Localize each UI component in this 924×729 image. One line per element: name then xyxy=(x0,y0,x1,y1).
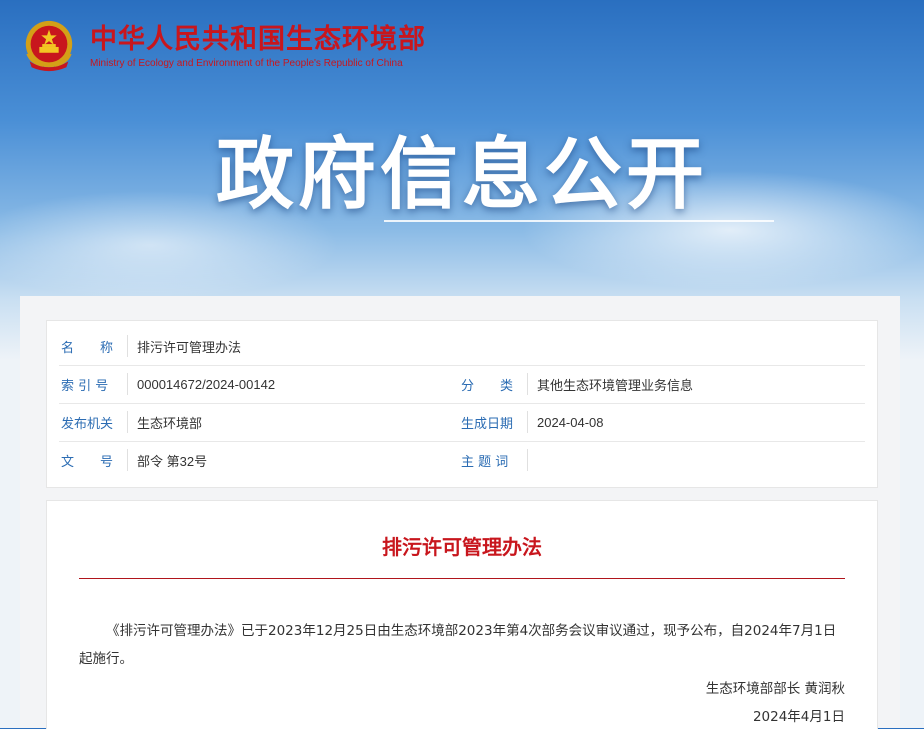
info-row: 发布机关 生态环境部 生成日期 2024-04-08 xyxy=(59,403,865,442)
name-value: 排污许可管理办法 xyxy=(137,339,242,355)
document-paragraph: 《排污许可管理办法》已于2023年12月25日由生态环境部2023年第4次部务会… xyxy=(79,623,837,667)
national-emblem-icon[interactable] xyxy=(20,17,78,75)
issuer-label: 发布机关 xyxy=(61,416,114,432)
divider xyxy=(127,373,128,395)
info-row: 索 引 号 000014672/2024-00142 分 类 其他生态环境管理业… xyxy=(59,365,865,404)
info-table: 名 称 排污许可管理办法 索 引 号 000014672/2024-00142 … xyxy=(46,320,878,488)
article-body: 排污许可管理办法 《排污许可管理办法》已于2023年12月25日由生态环境部20… xyxy=(46,500,878,729)
date-value: 2024-04-08 xyxy=(537,414,604,430)
index-value: 000014672/2024-00142 xyxy=(137,376,276,392)
divider xyxy=(527,449,528,471)
index-label: 索 引 号 xyxy=(61,378,109,394)
document-signer: 生态环境部部长 黄润秋 xyxy=(705,681,845,697)
site-header: 中华人民共和国生态环境部 Ministry of Ecology and Env… xyxy=(20,14,426,78)
date-label: 生成日期 xyxy=(461,416,514,432)
title-rule xyxy=(79,578,845,579)
divider xyxy=(127,449,128,471)
divider xyxy=(527,373,528,395)
document-date: 2024年4月1日 xyxy=(752,709,845,725)
category-label: 分 类 xyxy=(461,378,514,394)
info-row: 文 号 部令 第32号 主 题 词 xyxy=(59,441,865,479)
category-value: 其他生态环境管理业务信息 xyxy=(537,377,694,393)
banner-title: 政府信息公开 xyxy=(215,130,708,220)
divider xyxy=(527,411,528,433)
name-label: 名 称 xyxy=(61,340,114,356)
divider xyxy=(127,411,128,433)
doc-number-label: 文 号 xyxy=(61,454,114,470)
info-row: 名 称 排污许可管理办法 xyxy=(59,327,865,366)
banner-divider xyxy=(384,220,774,222)
site-title[interactable]: 中华人民共和国生态环境部 xyxy=(90,24,426,56)
site-subtitle-en: Ministry of Ecology and Environment of t… xyxy=(90,57,403,69)
subject-label: 主 题 词 xyxy=(461,454,509,470)
document-title: 排污许可管理办法 xyxy=(382,535,542,559)
divider xyxy=(127,335,128,357)
doc-number-value: 部令 第32号 xyxy=(137,453,208,469)
issuer-value: 生态环境部 xyxy=(137,415,203,431)
